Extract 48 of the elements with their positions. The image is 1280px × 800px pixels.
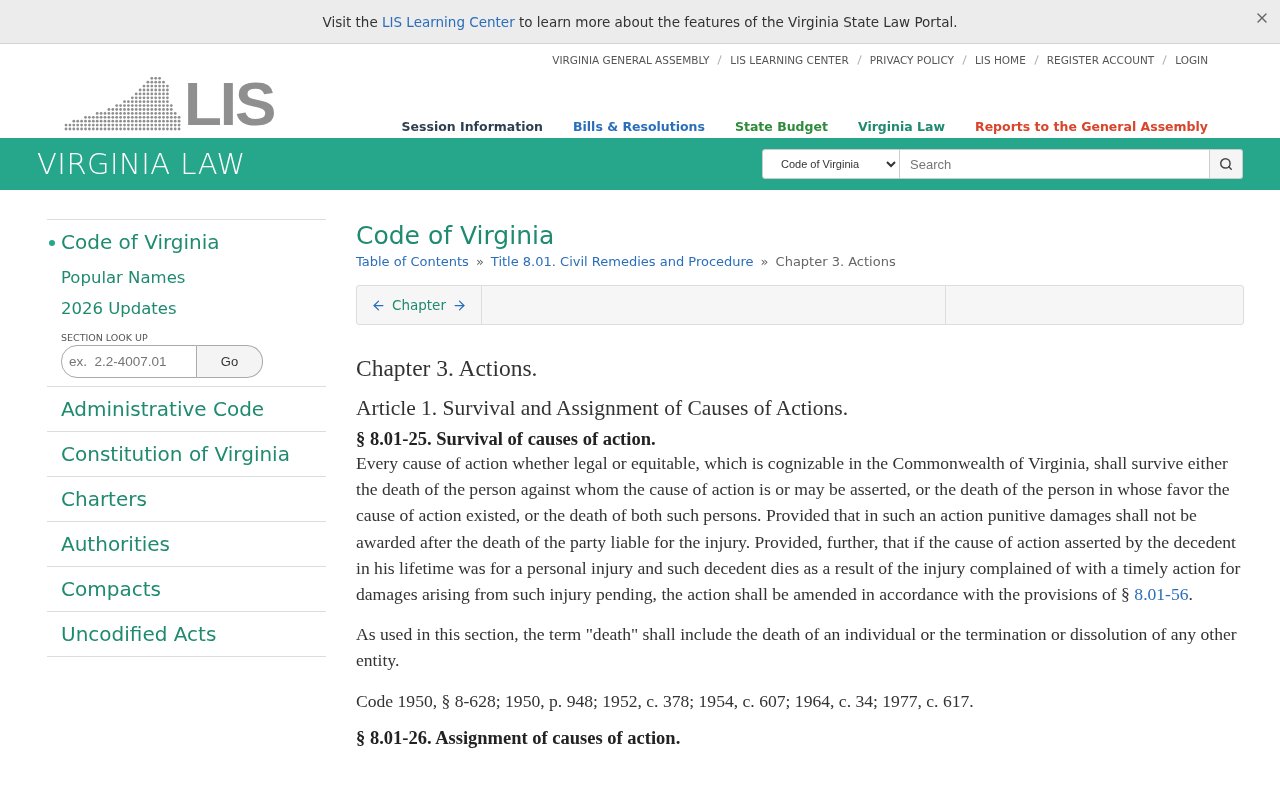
sidebar-link[interactable]: Charters (61, 485, 147, 513)
lookup-label: SECTION LOOK UP (61, 332, 149, 343)
main-nav-link[interactable]: Virginia Law (857, 119, 945, 134)
top-link[interactable]: LOGIN (1175, 54, 1208, 66)
article-heading: Article 1. Survival and Assignment of Causes of Actions. (356, 396, 850, 421)
top-link[interactable]: LIS LEARNING CENTER (730, 54, 849, 66)
top-link[interactable]: VIRGINIA GENERAL ASSEMBLY (552, 54, 710, 66)
section-title: VIRGINIA LAW (37, 147, 246, 181)
search-icon (1219, 157, 1233, 171)
section-paragraph: Every cause of action whether legal or equitable, which is cognizable in the Commonwealth of Virginia, shall survive either the death of the person against whom the cause of action is or may be asserted, or the death of the person in whose favor the cause of action existed, or the death of both such persons. Provided that in such an action punitive damages shall not be awarded after the death of the party liable for the injury. Provided, further, that if the cause of action asserted by the decedent in his lifetime was for a personal injury and such decedent dies as a result of the injury complained of with a timely action for damages arising from such injury pending, the action shall be amended in accordance with the provisions of § 8.01-56. (356, 452, 1242, 606)
page-title: Code of Virginia (356, 221, 556, 250)
logo-text[interactable]: LIS (184, 76, 275, 132)
sidebar-link[interactable]: Administrative Code (61, 395, 265, 423)
map-dots-icon (64, 77, 182, 132)
scope-select[interactable]: Code of Virginia (762, 149, 900, 179)
announcement-text: Visit the LIS Learning Center to learn more about the features of the Virginia State Law Portal. (322, 13, 958, 30)
breadcrumb-link[interactable]: Table of Contents (356, 254, 469, 269)
top-link[interactable]: REGISTER ACCOUNT (1046, 54, 1155, 66)
go-button[interactable]: Go (197, 345, 263, 378)
breadcrumb-separator: » (760, 254, 769, 269)
search-button[interactable] (1210, 149, 1243, 179)
main-nav-link[interactable]: State Budget (734, 119, 828, 134)
sidebar-link[interactable]: Code of Virginia (61, 228, 220, 256)
main-nav-link[interactable]: Session Information (401, 119, 543, 134)
sidebar-link[interactable]: Authorities (61, 530, 170, 558)
sidebar-link[interactable]: Compacts (61, 575, 161, 603)
arrow-right-icon (452, 297, 467, 313)
chapter-heading: Chapter 3. Actions. (356, 355, 539, 382)
section-heading: § 8.01-26. Assignment of causes of action. (356, 727, 682, 749)
breadcrumb-current: Chapter 3. Actions (775, 254, 896, 269)
section-paragraph: As used in this section, the term "death" shall include the death of an individual or the termination or dissolution of any other entity. (356, 623, 1238, 673)
chapter-nav-link[interactable]: Chapter (357, 286, 481, 324)
sidebar-sublink[interactable]: Popular Names (61, 268, 326, 287)
breadcrumb-separator: » (475, 254, 484, 269)
sidebar-link[interactable]: Uncodified Acts (61, 620, 217, 648)
search-field[interactable]: Search (900, 149, 1210, 179)
section-paragraph: Code 1950, § 8-628; 1950, p. 948; 1952, c. 378; 1954, c. 607; 1964, c. 34; 1977, c. 617. (356, 689, 975, 713)
sidebar-sublink[interactable]: 2026 Updates (61, 299, 326, 318)
main-nav-link[interactable]: Bills & Resolutions (573, 119, 705, 134)
learning-center-link[interactable]: LIS Learning Center (382, 13, 515, 30)
top-link[interactable]: LIS HOME (974, 54, 1026, 66)
main-nav-link[interactable]: Reports to the General Assembly (975, 119, 1208, 134)
breadcrumb-link[interactable]: Title 8.01. Civil Remedies and Procedure (490, 254, 754, 269)
section-lookup-field[interactable]: ex. 2.2-4007.01 (61, 345, 197, 378)
section-heading: § 8.01-25. Survival of causes of action. (356, 429, 657, 450)
section-link[interactable]: 8.01-56 (1134, 584, 1189, 604)
top-link[interactable]: PRIVACY POLICY (869, 54, 954, 66)
sidebar-link[interactable]: Constitution of Virginia (61, 440, 290, 468)
